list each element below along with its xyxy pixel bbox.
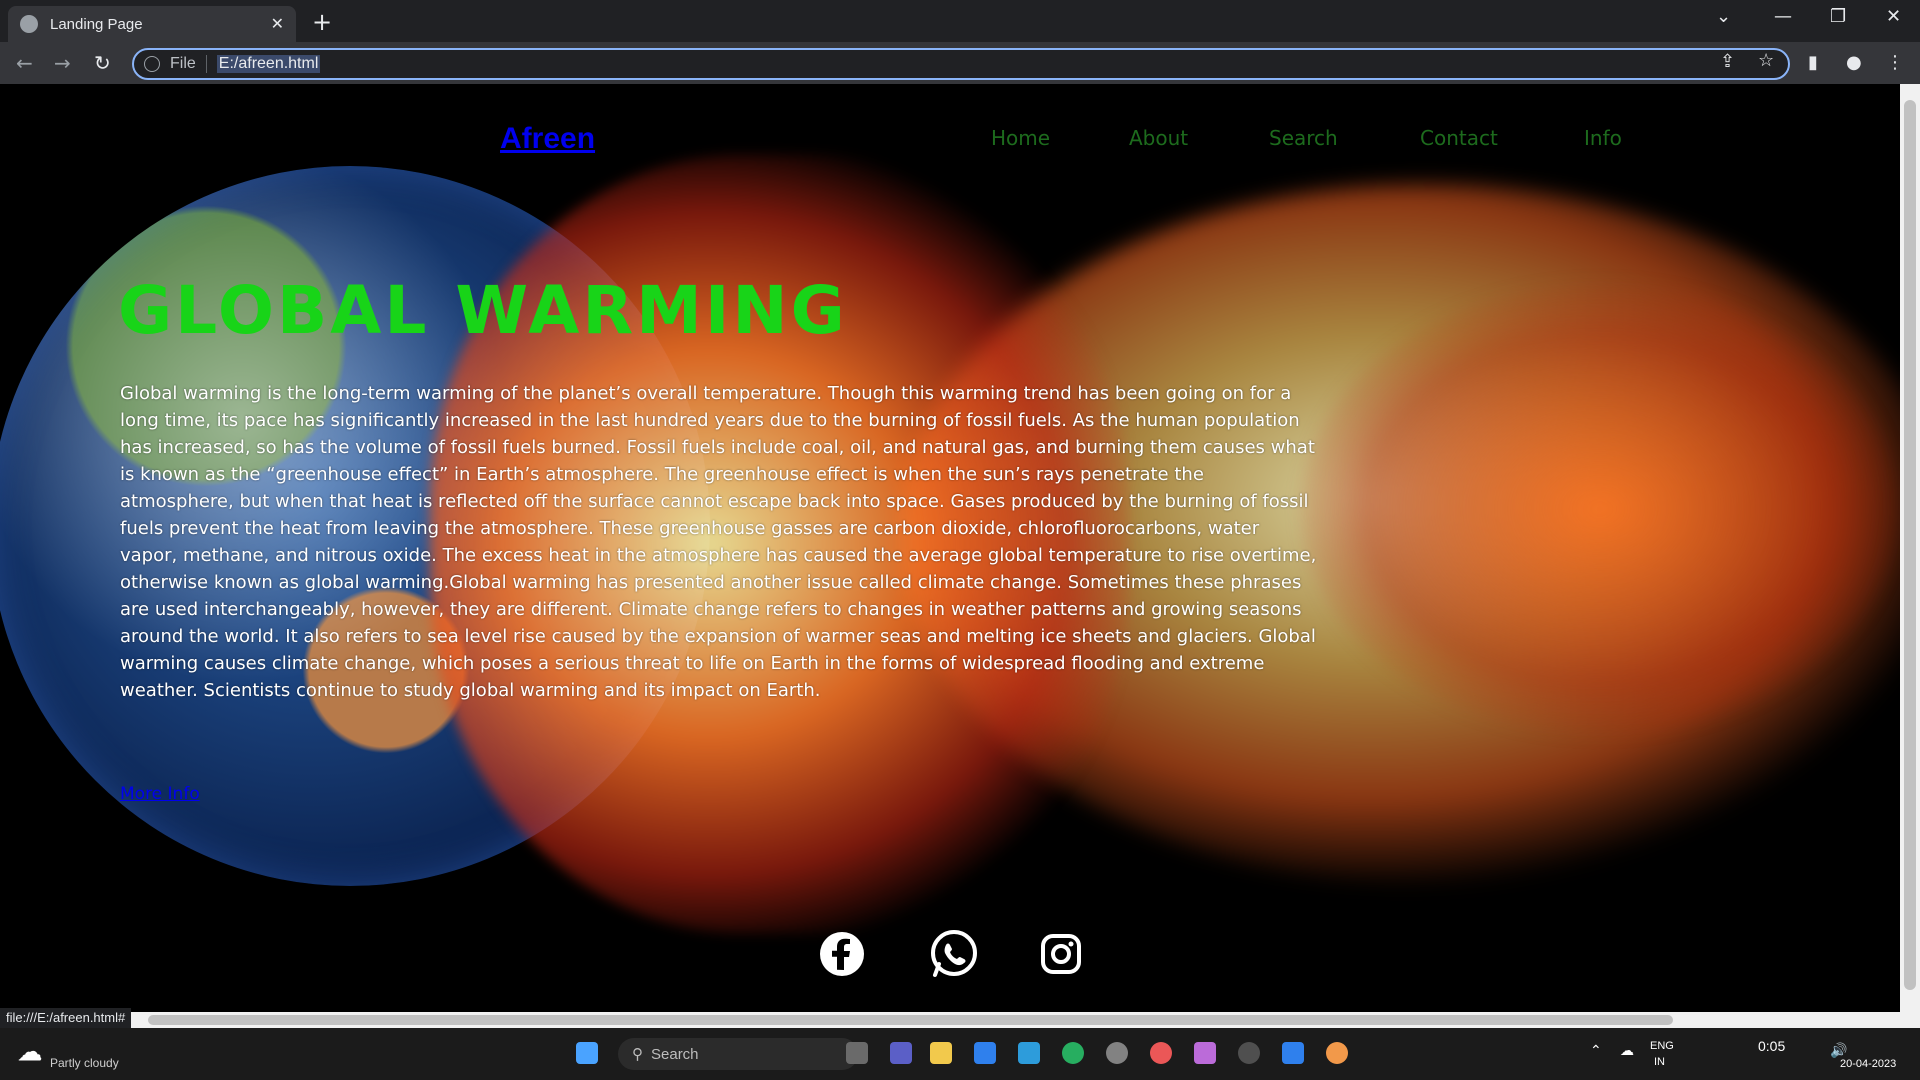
search-icon: ⚲ [632, 1046, 643, 1063]
address-bar[interactable]: File E:/afreen.html [132, 48, 1790, 80]
minimize-icon[interactable]: — [1774, 6, 1792, 27]
browser-titlebar: Landing Page ✕ + ⌄ — ❐ ✕ [0, 0, 1920, 42]
nav-contact[interactable]: Contact [1420, 126, 1498, 150]
close-window-icon[interactable]: ✕ [1886, 6, 1901, 27]
dell-icon[interactable] [1106, 1042, 1128, 1064]
calendar-icon[interactable] [1018, 1042, 1040, 1064]
address-scheme: File [170, 55, 207, 73]
back-icon[interactable]: ← [16, 51, 33, 75]
side-panel-icon[interactable]: ▮ [1808, 52, 1818, 73]
hero-paragraph: Global warming is the long-term warming … [120, 383, 1317, 701]
weather-text[interactable]: Partly cloudy [50, 1056, 119, 1070]
nav-search[interactable]: Search [1269, 126, 1338, 150]
language-code[interactable]: ENG [1650, 1040, 1674, 1052]
more-info-link[interactable]: More Info [120, 784, 200, 804]
github-icon[interactable] [1238, 1042, 1260, 1064]
bookmark-star-icon[interactable]: ☆ [1758, 50, 1774, 71]
taskbar: ☁ Partly cloudy ⚲ Search ⌃ ☁ ENG IN 0:05… [0, 1028, 1920, 1080]
browser-toolbar: ← → ↻ File E:/afreen.html ⇪ ☆ ▮ ● ⋮ [0, 42, 1920, 84]
vertical-scrollbar[interactable] [1900, 84, 1920, 1012]
taskbar-search[interactable]: ⚲ Search [618, 1038, 858, 1070]
globe-icon [20, 15, 38, 33]
windows-start-icon[interactable] [576, 1042, 598, 1064]
address-url[interactable]: E:/afreen.html [216, 55, 321, 73]
close-tab-icon[interactable]: ✕ [271, 14, 284, 34]
onedrive-icon[interactable]: ☁ [1620, 1042, 1634, 1059]
vertical-scroll-thumb[interactable] [1904, 100, 1916, 990]
fire-background-glow [1300, 284, 1900, 734]
hero-title: GLOBAL WARMING [118, 272, 848, 349]
tab-search-icon[interactable]: ⌄ [1716, 6, 1731, 27]
share-icon[interactable]: ⇪ [1720, 51, 1735, 72]
task-view-icon[interactable] [846, 1042, 868, 1064]
page-viewport: Afreen Home About Search Contact Info GL… [0, 84, 1900, 1012]
facebook-icon[interactable] [818, 930, 866, 978]
restore-icon[interactable]: ❐ [1830, 6, 1846, 27]
file-explorer-icon[interactable] [930, 1042, 952, 1064]
nav-info[interactable]: Info [1584, 126, 1622, 150]
region-code[interactable]: IN [1654, 1056, 1665, 1068]
edge-icon[interactable] [1062, 1042, 1084, 1064]
whatsapp-icon[interactable] [928, 928, 980, 980]
menu-icon[interactable]: ⋮ [1886, 52, 1904, 73]
mail-icon[interactable] [974, 1042, 996, 1064]
browser-tab[interactable]: Landing Page ✕ [8, 6, 296, 42]
new-tab-icon[interactable]: + [312, 8, 332, 36]
chrome-icon[interactable] [1326, 1042, 1348, 1064]
vscode-icon[interactable] [1282, 1042, 1304, 1064]
volume-icon[interactable]: 🔊 [1830, 1042, 1847, 1059]
info-icon[interactable] [144, 56, 160, 72]
taskbar-search-label: Search [651, 1045, 699, 1063]
horizontal-scrollbar[interactable] [0, 1012, 1920, 1028]
nav-home[interactable]: Home [991, 126, 1050, 150]
tray-overflow-icon[interactable]: ⌃ [1590, 1042, 1602, 1059]
weather-icon[interactable]: ☁ [18, 1038, 42, 1067]
teams-icon[interactable] [890, 1042, 912, 1064]
profile-icon[interactable]: ● [1846, 52, 1862, 73]
horizontal-scroll-thumb[interactable] [148, 1015, 1673, 1025]
opera-icon[interactable] [1150, 1042, 1172, 1064]
tab-title: Landing Page [50, 15, 143, 33]
clock-time[interactable]: 0:05 [1758, 1038, 1785, 1054]
instagram-app-icon[interactable] [1194, 1042, 1216, 1064]
nav-about[interactable]: About [1129, 126, 1188, 150]
clock-date[interactable]: 20-04-2023 [1840, 1058, 1896, 1070]
forward-icon[interactable]: → [54, 51, 71, 75]
brand-logo-link[interactable]: Afreen [500, 122, 595, 156]
instagram-icon[interactable] [1040, 933, 1082, 975]
reload-icon[interactable]: ↻ [94, 51, 111, 75]
